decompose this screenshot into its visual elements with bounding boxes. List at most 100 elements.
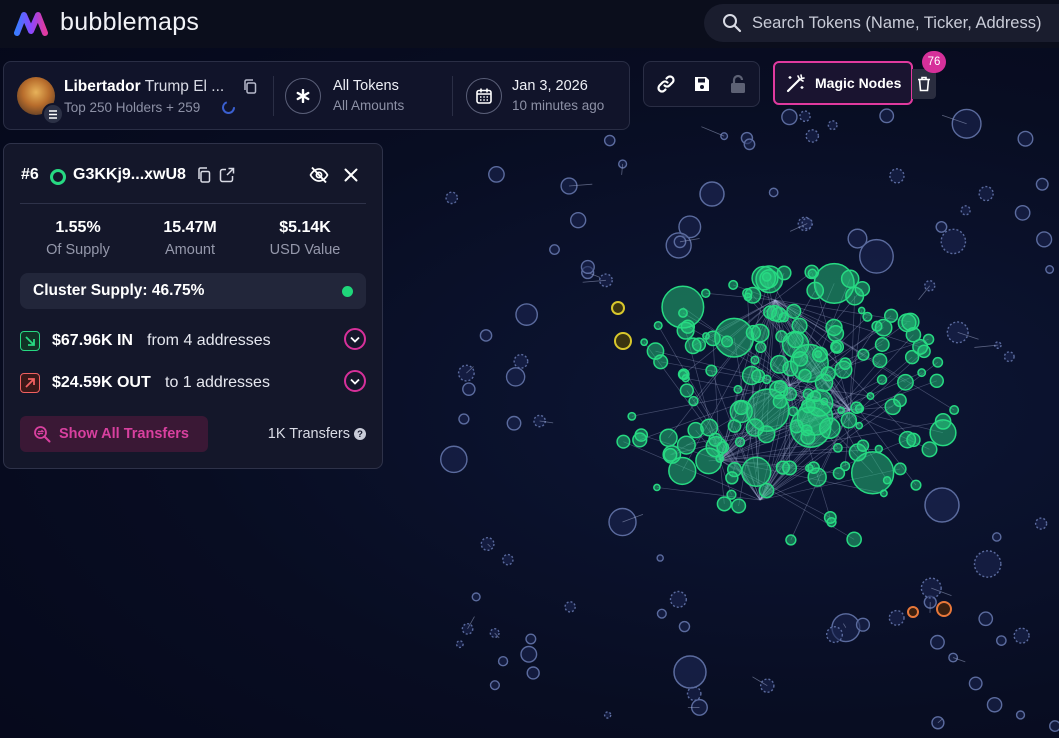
cluster-bubble[interactable] xyxy=(761,374,772,385)
wallet-bubble[interactable] xyxy=(488,166,505,183)
cluster-bubble[interactable] xyxy=(893,393,907,408)
wallet-bubble[interactable] xyxy=(973,550,1002,578)
token-search-bar[interactable] xyxy=(704,4,1059,42)
wallet-bubble[interactable] xyxy=(673,655,707,689)
cluster-bubble[interactable] xyxy=(653,320,663,331)
wallet-bubble[interactable] xyxy=(515,303,539,326)
wallet-bubble[interactable] xyxy=(1017,130,1034,147)
wallet-bubble[interactable] xyxy=(669,590,687,608)
cluster-bubble[interactable] xyxy=(934,413,952,430)
expand-incoming-button[interactable] xyxy=(344,328,366,350)
cluster-bubble[interactable] xyxy=(804,264,820,280)
cluster-bubble[interactable] xyxy=(715,453,725,463)
wallet-bubble[interactable] xyxy=(603,711,612,719)
highlighted-bubble[interactable] xyxy=(614,332,632,350)
cluster-bubble[interactable] xyxy=(775,330,788,343)
wallet-bubble[interactable] xyxy=(1015,710,1026,720)
wallet-bubble[interactable] xyxy=(445,191,459,205)
wallet-bubble[interactable] xyxy=(781,108,798,126)
cluster-bubble[interactable] xyxy=(846,531,862,548)
wallet-bubble[interactable] xyxy=(859,238,894,274)
wallet-bubble[interactable] xyxy=(978,611,994,627)
wallet-bubble[interactable] xyxy=(1034,517,1048,530)
wallet-bubble[interactable] xyxy=(462,382,476,396)
wallet-bubble[interactable] xyxy=(1045,265,1055,274)
date-picker-button[interactable] xyxy=(466,78,502,114)
cluster-bubble[interactable] xyxy=(705,436,728,458)
cluster-bubble[interactable] xyxy=(807,461,820,474)
cluster-bubble[interactable] xyxy=(733,384,743,394)
cluster-bubble[interactable] xyxy=(786,303,802,319)
cluster-bubble[interactable] xyxy=(616,434,631,449)
cluster-bubble[interactable] xyxy=(728,279,739,290)
cluster-bubble[interactable] xyxy=(700,288,711,298)
wallet-bubble[interactable] xyxy=(497,656,509,667)
cluster-bubble[interactable] xyxy=(741,456,772,487)
cluster-bubble[interactable] xyxy=(646,342,665,360)
clear-magic-nodes-button[interactable] xyxy=(912,69,936,99)
cluster-bubble[interactable] xyxy=(681,374,690,383)
link-button[interactable] xyxy=(655,73,677,95)
cluster-bubble[interactable] xyxy=(731,498,747,514)
wallet-bubble[interactable] xyxy=(580,259,595,275)
wallet-bubble[interactable] xyxy=(440,445,468,474)
cluster-bubble[interactable] xyxy=(659,428,678,448)
cluster-bubble[interactable] xyxy=(862,311,873,322)
cluster-bubble[interactable] xyxy=(929,373,944,389)
lock-button[interactable] xyxy=(727,73,749,95)
cluster-bubble[interactable] xyxy=(720,335,734,348)
cluster-supply-bar[interactable]: Cluster Supply: 46.75% xyxy=(20,273,366,309)
search-input[interactable] xyxy=(750,12,1059,34)
cluster-bubble[interactable] xyxy=(871,320,883,332)
cluster-bubble[interactable] xyxy=(905,326,922,343)
help-icon[interactable]: ? xyxy=(354,428,366,440)
wallet-bubble[interactable] xyxy=(768,187,779,198)
cluster-bubble[interactable] xyxy=(769,380,789,400)
cluster-bubble[interactable] xyxy=(893,462,907,476)
cluster-bubble[interactable] xyxy=(830,339,845,354)
cluster-bubble[interactable] xyxy=(840,412,858,429)
wallet-bubble[interactable] xyxy=(889,168,905,184)
cluster-bubble[interactable] xyxy=(832,467,846,480)
wallet-bubble[interactable] xyxy=(1036,231,1053,248)
wallet-bubble[interactable] xyxy=(569,211,587,229)
highlighted-bubble[interactable] xyxy=(936,601,952,617)
cluster-bubble[interactable] xyxy=(806,281,825,300)
cluster-bubble[interactable] xyxy=(632,432,648,448)
highlighted-bubble[interactable] xyxy=(907,606,919,618)
wallet-bubble[interactable] xyxy=(799,110,811,123)
cluster-bubble[interactable] xyxy=(856,439,870,452)
wallet-bubble[interactable] xyxy=(978,185,994,202)
cluster-bubble[interactable] xyxy=(866,392,875,401)
wallet-bubble[interactable] xyxy=(935,220,948,233)
wallet-bubble[interactable] xyxy=(505,367,526,387)
copy-address-icon[interactable] xyxy=(197,167,211,183)
wallet-bubble[interactable] xyxy=(1035,177,1049,191)
wallet-bubble[interactable] xyxy=(879,108,895,124)
cluster-bubble[interactable] xyxy=(702,332,710,340)
cluster-bubble[interactable] xyxy=(910,479,922,491)
cluster-bubble[interactable] xyxy=(668,456,697,486)
wallet-bubble[interactable] xyxy=(968,676,983,691)
wallet-bubble[interactable] xyxy=(656,554,664,562)
wallet-bubble[interactable] xyxy=(759,678,775,693)
cluster-bubble[interactable] xyxy=(825,318,843,337)
wallet-bubble[interactable] xyxy=(603,134,616,147)
wallet-bubble[interactable] xyxy=(479,329,493,342)
cluster-bubble[interactable] xyxy=(921,441,938,458)
cluster-bubble[interactable] xyxy=(679,383,694,398)
cluster-bubble[interactable] xyxy=(800,424,813,437)
wallet-bubble[interactable] xyxy=(678,620,691,633)
cluster-bubble[interactable] xyxy=(761,272,772,282)
cluster-bubble[interactable] xyxy=(750,323,770,343)
cluster-bubble[interactable] xyxy=(785,534,797,546)
cluster-bubble[interactable] xyxy=(782,460,798,476)
wallet-bubble[interactable] xyxy=(827,120,838,131)
cluster-bubble[interactable] xyxy=(726,462,743,478)
cluster-bubble[interactable] xyxy=(820,366,836,382)
cluster-bubble[interactable] xyxy=(678,308,688,318)
cluster-bubble[interactable] xyxy=(837,406,846,415)
cluster-bubble[interactable] xyxy=(771,306,787,323)
cluster-bubble[interactable] xyxy=(882,475,892,485)
wallet-bubble[interactable] xyxy=(1003,351,1015,363)
